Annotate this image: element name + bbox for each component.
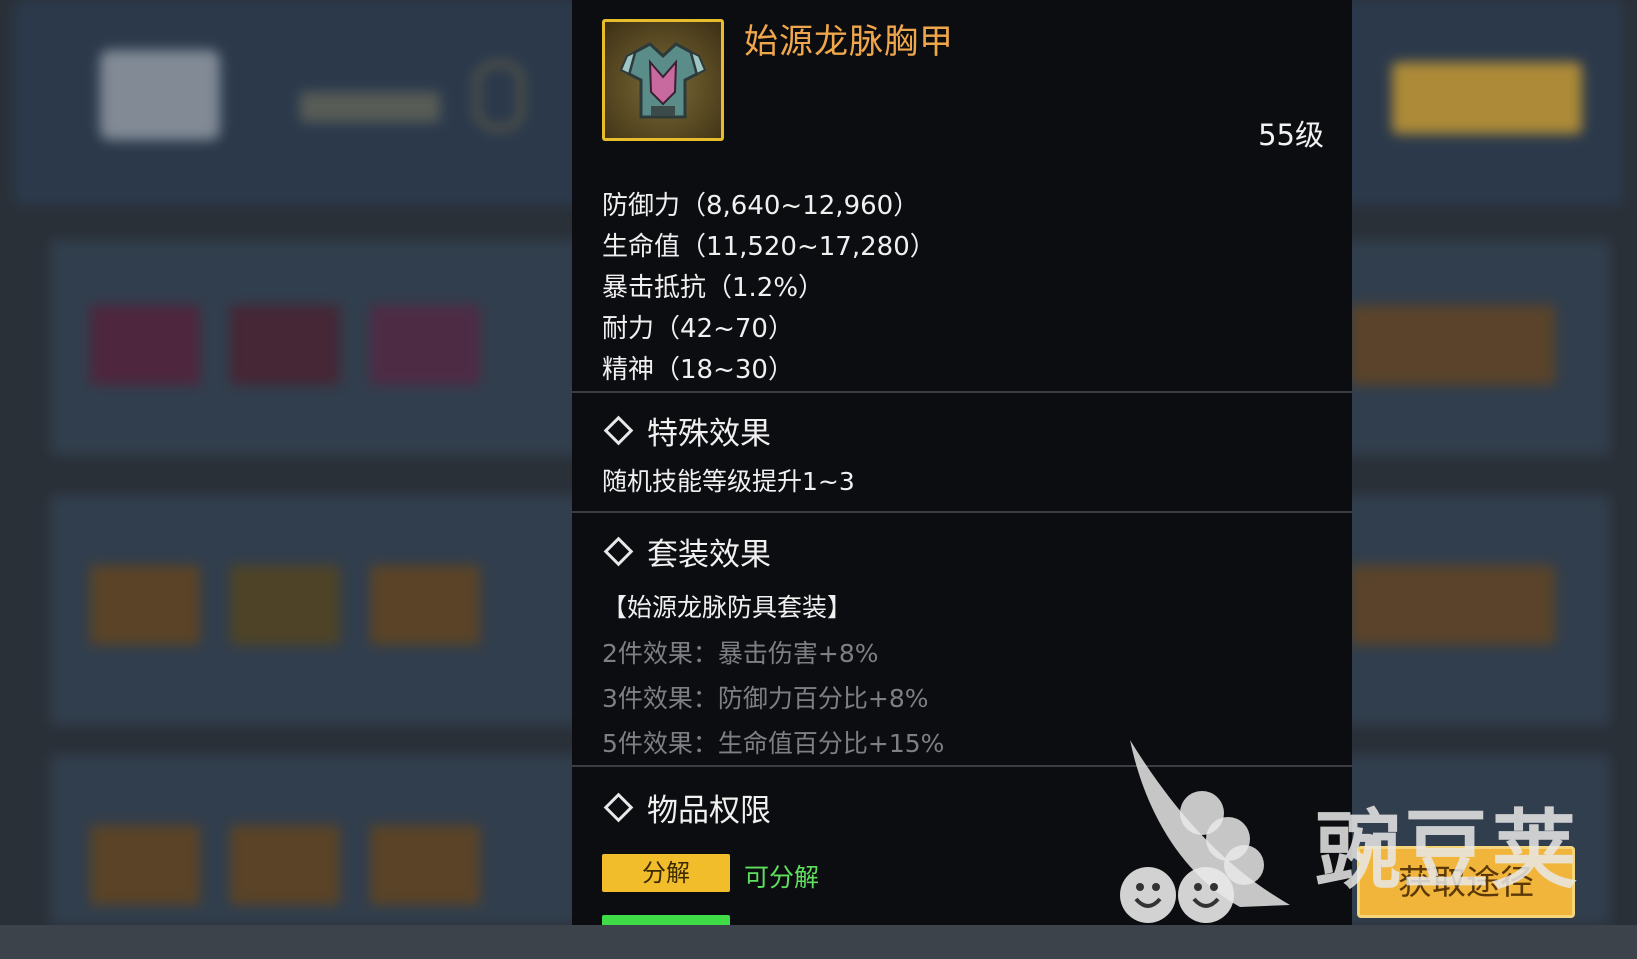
diamond-icon <box>603 415 634 446</box>
background-coin-icon <box>475 62 523 130</box>
background-slot <box>90 565 200 645</box>
set-effect-header: 套装效果 <box>602 529 771 574</box>
divider <box>572 391 1352 393</box>
background-bottom-strip <box>0 925 1637 959</box>
permissions-header: 物品权限 <box>602 785 771 830</box>
stats-list: 防御力（8,640~12,960） 生命值（11,520~17,280） 暴击抵… <box>602 186 936 391</box>
set-effect-3: 3件效果：防御力百分比+8% <box>602 684 929 713</box>
set-effect-2: 2件效果：暴击伤害+8% <box>602 639 879 668</box>
special-effect-text: 随机技能等级提升1~3 <box>602 467 855 496</box>
background-slot <box>230 825 340 905</box>
decompose-status: 可分解 <box>744 863 820 892</box>
decompose-badge: 分解 <box>602 854 730 892</box>
special-effect-header: 特殊效果 <box>602 408 771 453</box>
stat-stamina: 耐力（42~70） <box>602 314 794 344</box>
set-effect-5: 5件效果：生命值百分比+15% <box>602 729 945 758</box>
background-slot <box>1350 565 1460 645</box>
item-name: 始源龙脉胸甲 <box>744 22 954 62</box>
pea-pod-watermark-icon <box>1120 740 1290 923</box>
background-slot <box>370 825 480 905</box>
permissions-title: 物品权限 <box>647 793 771 829</box>
watermark-text: 豌豆荚 <box>1315 801 1579 901</box>
background-slot <box>370 565 480 645</box>
background-slot <box>230 305 340 385</box>
item-level: 55级 <box>1258 118 1324 152</box>
partial-badge <box>602 915 730 925</box>
stat-crit-resist: 暴击抵抗（1.2%） <box>602 273 825 303</box>
background-slot <box>1350 305 1460 385</box>
background-gold-button <box>1392 62 1582 134</box>
set-effect-title: 套装效果 <box>647 537 771 573</box>
background-tab <box>300 92 440 122</box>
background-slot <box>90 305 200 385</box>
divider <box>572 511 1352 513</box>
background-slot <box>370 305 480 385</box>
stat-hp: 生命值（11,520~17,280） <box>602 232 936 262</box>
special-effect-title: 特殊效果 <box>647 416 771 452</box>
diamond-icon <box>603 792 634 823</box>
diamond-icon <box>603 536 634 567</box>
chest-armor-icon <box>602 19 724 141</box>
background-slot <box>230 565 340 645</box>
stat-defense: 防御力（8,640~12,960） <box>602 191 920 221</box>
background-emblem <box>100 50 220 140</box>
background-slot <box>1445 305 1555 385</box>
background-slot <box>90 825 200 905</box>
set-name: 【始源龙脉防具套装】 <box>602 593 853 622</box>
background-slot <box>1445 565 1555 645</box>
stat-spirit: 精神（18~30） <box>602 355 794 385</box>
